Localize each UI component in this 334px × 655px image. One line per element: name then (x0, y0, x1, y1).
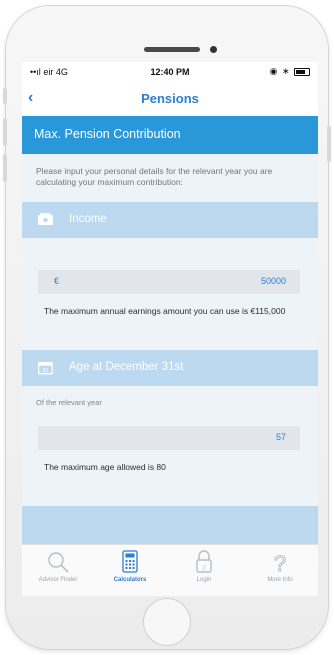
search-icon (48, 552, 69, 573)
battery-icon (294, 67, 310, 76)
home-button[interactable] (143, 598, 191, 646)
mute-switch (3, 88, 7, 104)
tab-advisor-finder[interactable]: Advisor Finder (28, 549, 88, 583)
calculator-icon (122, 550, 138, 573)
age-input[interactable]: 57 (38, 426, 300, 450)
tab-label: More Info (267, 577, 293, 583)
money-icon (38, 213, 53, 225)
tab-label: Login (196, 577, 212, 583)
question-icon: ? (273, 551, 286, 576)
volume-down-button (3, 154, 7, 182)
age-sublabel: Of the relevant year (36, 398, 102, 407)
income-section-header: Income (22, 202, 318, 238)
age-value: 57 (275, 432, 286, 442)
speaker (144, 47, 200, 52)
alarm-icon: ◉ (269, 66, 279, 76)
income-note: The maximum annual earnings amount you c… (44, 306, 286, 316)
age-section-label: Age at December 31st (69, 361, 184, 373)
status-bar: ••ıl eir 4G 12:40 PM ◉ ∗ (22, 62, 318, 82)
power-button (327, 126, 331, 162)
next-section-header (22, 506, 318, 546)
volume-up-button (3, 118, 7, 146)
calendar-icon: 31 (38, 362, 53, 375)
age-note: The maximum age allowed is 80 (44, 462, 166, 472)
tab-more-info[interactable]: ? More Info (250, 549, 310, 584)
tab-bar: Advisor Finder Calculators 2 Login ? Mor… (22, 544, 318, 596)
svg-text:2: 2 (202, 566, 206, 572)
form-content: Please input your personal details for t… (22, 154, 318, 546)
status-icons: ◉ ∗ (270, 66, 310, 77)
svg-text:31: 31 (42, 368, 48, 374)
front-camera (210, 46, 217, 53)
currency-symbol: € (54, 276, 60, 286)
app-screen: ••ıl eir 4G 12:40 PM ◉ ∗ ‹ Pensions Max.… (22, 62, 318, 596)
calculator-header: Max. Pension Contribution (22, 116, 318, 154)
bluetooth-icon: ∗ (281, 66, 291, 76)
page-title: Pensions (141, 91, 199, 106)
income-section-label: Income (69, 213, 107, 225)
intro-text: Please input your personal details for t… (36, 166, 273, 187)
lock-icon: 2 (196, 550, 212, 573)
svg-text:?: ? (274, 551, 286, 575)
calculator-title: Max. Pension Contribution (34, 127, 181, 141)
income-input[interactable]: € 50000 (38, 270, 300, 294)
income-value: 50000 (260, 276, 286, 286)
tab-label: Advisor Finder (38, 577, 78, 583)
tab-label: Calculators (113, 577, 147, 583)
nav-bar: ‹ Pensions (22, 82, 318, 114)
age-section-header: 31 Age at December 31st (22, 350, 318, 386)
tab-calculators[interactable]: Calculators (100, 549, 160, 583)
tab-login[interactable]: 2 Login (174, 549, 234, 583)
